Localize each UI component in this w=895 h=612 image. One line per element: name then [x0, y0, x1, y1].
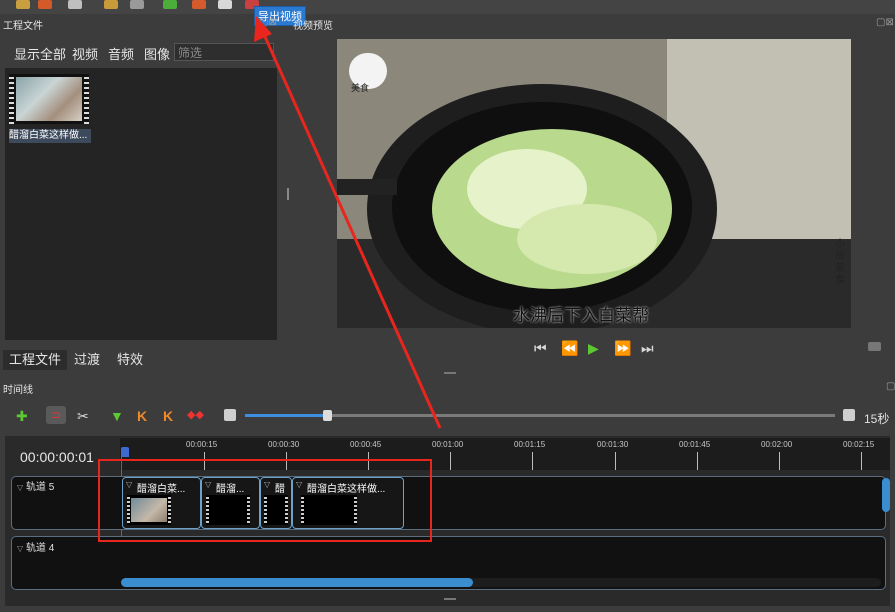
annotation-arrow: [254, 16, 442, 429]
